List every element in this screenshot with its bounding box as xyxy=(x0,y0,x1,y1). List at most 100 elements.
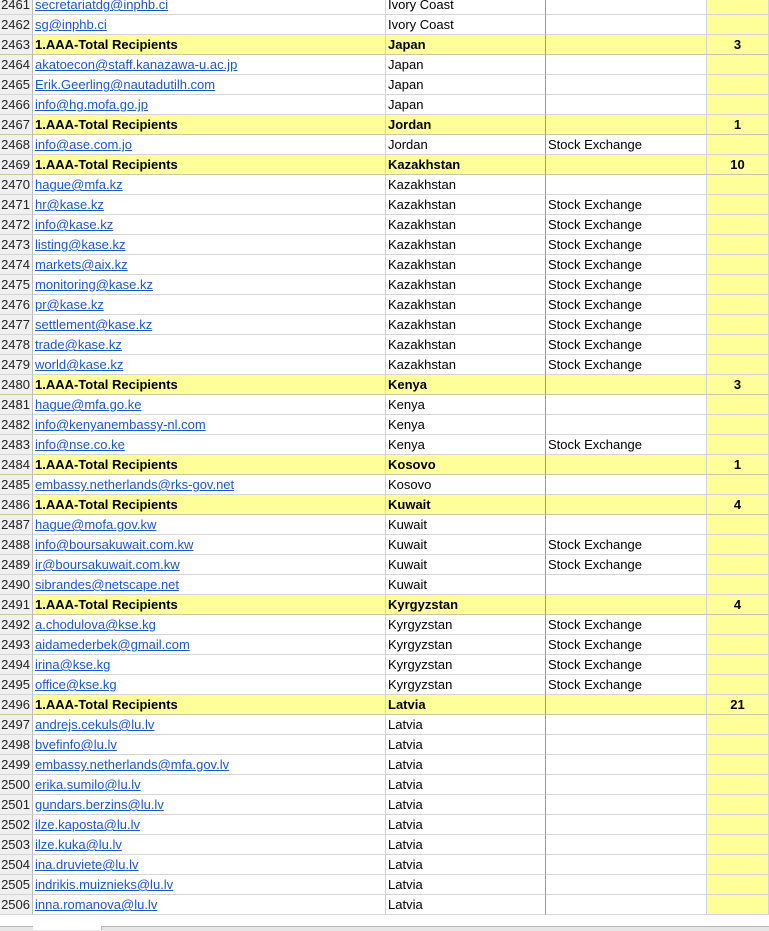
count-cell[interactable] xyxy=(707,215,769,235)
count-cell[interactable]: 4 xyxy=(707,595,769,615)
count-cell[interactable]: 21 xyxy=(707,695,769,715)
country-cell[interactable]: Kazakhstan xyxy=(386,215,546,235)
email-link[interactable]: ir@boursakuwait.com.kw xyxy=(35,557,180,572)
country-cell[interactable]: Latvia xyxy=(386,895,546,915)
count-cell[interactable] xyxy=(707,755,769,775)
country-cell[interactable]: Kosovo xyxy=(386,475,546,495)
country-cell[interactable]: Kenya xyxy=(386,375,546,395)
count-cell[interactable] xyxy=(707,95,769,115)
type-cell[interactable] xyxy=(546,0,707,15)
email-link[interactable]: world@kase.kz xyxy=(35,357,123,372)
email-link[interactable]: inna.romanova@lu.lv xyxy=(35,897,157,912)
type-cell[interactable]: Stock Exchange xyxy=(546,655,707,675)
email-cell[interactable]: Erik.Geerling@nautadutilh.com xyxy=(33,75,386,95)
type-cell[interactable] xyxy=(546,695,707,715)
count-cell[interactable] xyxy=(707,195,769,215)
country-cell[interactable]: Kuwait xyxy=(386,515,546,535)
country-cell[interactable]: Latvia xyxy=(386,855,546,875)
email-cell[interactable]: embassy.netherlands@rks-gov.net xyxy=(33,475,386,495)
country-cell[interactable]: Japan xyxy=(386,35,546,55)
type-cell[interactable] xyxy=(546,795,707,815)
type-cell[interactable] xyxy=(546,395,707,415)
email-cell[interactable]: irina@kse.kg xyxy=(33,655,386,675)
country-cell[interactable]: Japan xyxy=(386,75,546,95)
count-cell[interactable]: 1 xyxy=(707,455,769,475)
country-cell[interactable]: Kazakhstan xyxy=(386,295,546,315)
country-cell[interactable]: Kenya xyxy=(386,395,546,415)
type-cell[interactable] xyxy=(546,455,707,475)
email-link[interactable]: secretariatdg@inphb.ci xyxy=(35,0,168,12)
email-cell[interactable]: inna.romanova@lu.lv xyxy=(33,895,386,915)
email-link[interactable]: info@kase.kz xyxy=(35,217,113,232)
type-cell[interactable]: Stock Exchange xyxy=(546,555,707,575)
email-cell[interactable]: hr@kase.kz xyxy=(33,195,386,215)
email-cell[interactable]: a.chodulova@kse.kg xyxy=(33,615,386,635)
count-cell[interactable] xyxy=(707,395,769,415)
country-cell[interactable]: Kyrgyzstan xyxy=(386,615,546,635)
type-cell[interactable]: Stock Exchange xyxy=(546,435,707,455)
country-cell[interactable]: Kazakhstan xyxy=(386,175,546,195)
count-cell[interactable] xyxy=(707,675,769,695)
type-cell[interactable] xyxy=(546,15,707,35)
email-link[interactable]: irina@kse.kg xyxy=(35,657,110,672)
email-link[interactable]: info@kenyanembassy-nl.com xyxy=(35,417,206,432)
count-cell[interactable] xyxy=(707,775,769,795)
email-link[interactable]: ina.druviete@lu.lv xyxy=(35,857,139,872)
email-link[interactable]: aidamederbek@gmail.com xyxy=(35,637,190,652)
country-cell[interactable]: Jordan xyxy=(386,135,546,155)
type-cell[interactable] xyxy=(546,835,707,855)
country-cell[interactable]: Kyrgyzstan xyxy=(386,675,546,695)
total-label-cell[interactable]: 1.AAA-Total Recipients xyxy=(33,115,386,135)
count-cell[interactable] xyxy=(707,0,769,15)
count-cell[interactable] xyxy=(707,335,769,355)
type-cell[interactable]: Stock Exchange xyxy=(546,295,707,315)
email-cell[interactable]: info@ase.com.jo xyxy=(33,135,386,155)
email-link[interactable]: sibrandes@netscape.net xyxy=(35,577,179,592)
email-link[interactable]: indrikis.muiznieks@lu.lv xyxy=(35,877,173,892)
type-cell[interactable]: Stock Exchange xyxy=(546,355,707,375)
type-cell[interactable] xyxy=(546,155,707,175)
country-cell[interactable]: Kazakhstan xyxy=(386,255,546,275)
country-cell[interactable]: Kyrgyzstan xyxy=(386,595,546,615)
count-cell[interactable] xyxy=(707,135,769,155)
email-cell[interactable]: ilze.kuka@lu.lv xyxy=(33,835,386,855)
type-cell[interactable]: Stock Exchange xyxy=(546,235,707,255)
email-cell[interactable]: andrejs.cekuls@lu.lv xyxy=(33,715,386,735)
count-cell[interactable]: 3 xyxy=(707,35,769,55)
email-cell[interactable]: info@kase.kz xyxy=(33,215,386,235)
email-cell[interactable]: aidamederbek@gmail.com xyxy=(33,635,386,655)
country-cell[interactable]: Kazakhstan xyxy=(386,195,546,215)
country-cell[interactable]: Latvia xyxy=(386,875,546,895)
sheet-tab[interactable] xyxy=(33,926,102,930)
email-link[interactable]: office@kse.kg xyxy=(35,677,117,692)
count-cell[interactable] xyxy=(707,255,769,275)
country-cell[interactable]: Kenya xyxy=(386,415,546,435)
email-cell[interactable]: pr@kase.kz xyxy=(33,295,386,315)
email-link[interactable]: trade@kase.kz xyxy=(35,337,122,352)
total-label-cell[interactable]: 1.AAA-Total Recipients xyxy=(33,495,386,515)
type-cell[interactable]: Stock Exchange xyxy=(546,615,707,635)
country-cell[interactable]: Japan xyxy=(386,95,546,115)
total-label-cell[interactable]: 1.AAA-Total Recipients xyxy=(33,455,386,475)
type-cell[interactable] xyxy=(546,375,707,395)
count-cell[interactable] xyxy=(707,175,769,195)
email-link[interactable]: info@ase.com.jo xyxy=(35,137,132,152)
count-cell[interactable] xyxy=(707,635,769,655)
count-cell[interactable] xyxy=(707,315,769,335)
count-cell[interactable] xyxy=(707,855,769,875)
count-cell[interactable]: 4 xyxy=(707,495,769,515)
count-cell[interactable] xyxy=(707,895,769,915)
email-cell[interactable]: gundars.berzins@lu.lv xyxy=(33,795,386,815)
count-cell[interactable]: 10 xyxy=(707,155,769,175)
type-cell[interactable]: Stock Exchange xyxy=(546,135,707,155)
type-cell[interactable]: Stock Exchange xyxy=(546,315,707,335)
email-link[interactable]: gundars.berzins@lu.lv xyxy=(35,797,164,812)
email-cell[interactable]: info@boursakuwait.com.kw xyxy=(33,535,386,555)
type-cell[interactable]: Stock Exchange xyxy=(546,215,707,235)
country-cell[interactable]: Latvia xyxy=(386,795,546,815)
email-link[interactable]: a.chodulova@kse.kg xyxy=(35,617,156,632)
type-cell[interactable] xyxy=(546,715,707,735)
type-cell[interactable] xyxy=(546,755,707,775)
email-link[interactable]: listing@kase.kz xyxy=(35,237,126,252)
email-link[interactable]: ilze.kaposta@lu.lv xyxy=(35,817,140,832)
